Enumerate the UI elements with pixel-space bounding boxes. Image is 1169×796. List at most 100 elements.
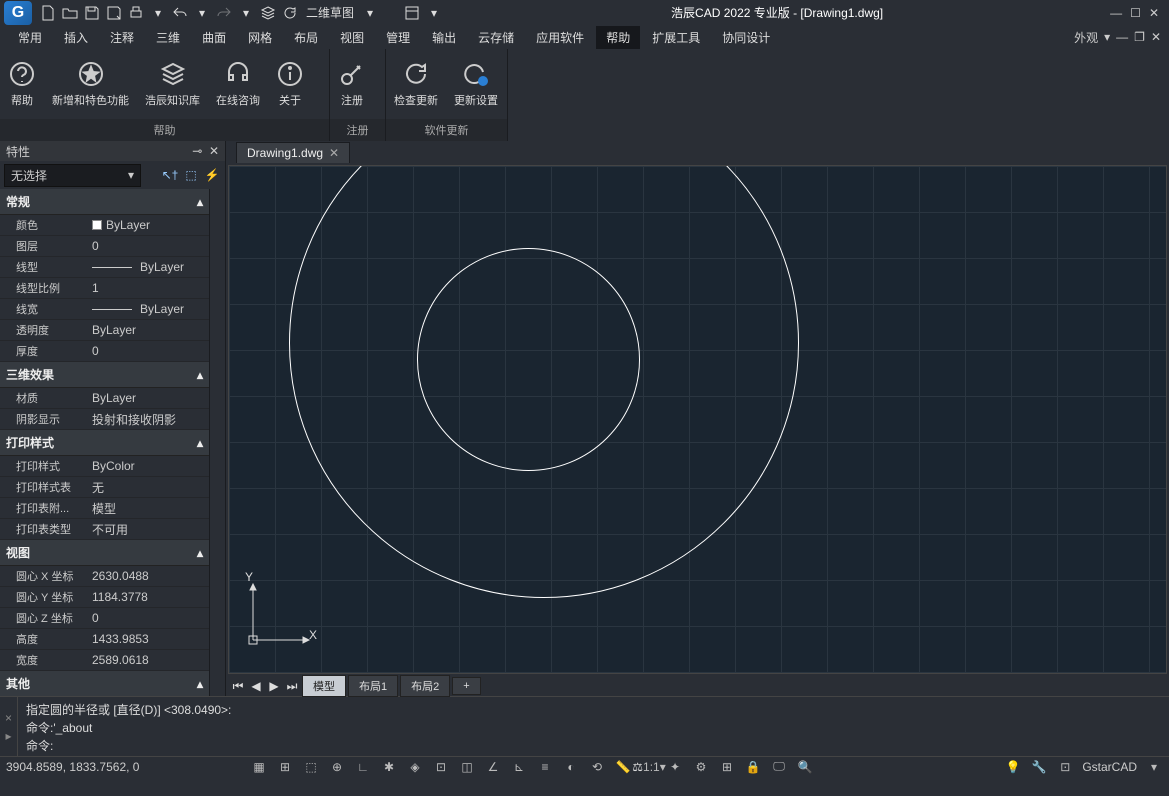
menu-mesh[interactable]: 网格 [238, 26, 282, 49]
menu-help[interactable]: 帮助 [596, 26, 640, 49]
prop-row[interactable]: 打印样式ByColor [0, 456, 209, 477]
prop-row[interactable]: 线宽ByLayer [0, 299, 209, 320]
prop-section[interactable]: 视图▴ [0, 540, 209, 566]
new-icon[interactable] [38, 3, 58, 23]
chevron-down-icon[interactable]: ▾ [192, 3, 212, 23]
lock-icon[interactable]: 🔒 [744, 758, 762, 776]
tab-first-icon[interactable]: ⏮ [230, 678, 246, 694]
dyn-icon[interactable]: ⊕ [328, 758, 346, 776]
prop-row[interactable]: 打印表附...模型 [0, 498, 209, 519]
help-button[interactable]: 帮助 [0, 49, 44, 119]
prop-value[interactable]: 模型 [92, 500, 209, 517]
chevron-down-icon[interactable]: ▾ [236, 3, 256, 23]
magnify-icon[interactable]: 🔍 [796, 758, 814, 776]
mdi-close-icon[interactable]: ✕ [1151, 30, 1161, 44]
prop-value[interactable]: 无 [92, 479, 209, 496]
maximize-icon[interactable]: ☐ [1130, 6, 1141, 20]
menu-surface[interactable]: 曲面 [192, 26, 236, 49]
menu-output[interactable]: 输出 [422, 26, 466, 49]
annoauto-icon[interactable]: ⚙ [692, 758, 710, 776]
prop-row[interactable]: 阴影显示投射和接收阴影 [0, 409, 209, 430]
prop-value[interactable]: 1 [92, 281, 209, 295]
register-button[interactable]: 注册 [330, 49, 374, 119]
appearance-menu[interactable]: 外观 [1074, 29, 1098, 46]
prop-value[interactable]: ByColor [92, 459, 209, 473]
filter-icon[interactable]: ⚡ [203, 166, 221, 184]
clean-icon[interactable]: ⊡ [1056, 758, 1074, 776]
tab-next-icon[interactable]: ▶ [266, 678, 282, 694]
menu-ext[interactable]: 扩展工具 [642, 26, 710, 49]
prop-value[interactable]: ByLayer [92, 391, 209, 405]
cmd-handle[interactable]: ×▸ [0, 697, 18, 756]
redo-icon[interactable] [214, 3, 234, 23]
iso-icon[interactable]: ◈ [406, 758, 424, 776]
prop-section[interactable]: 三维效果▴ [0, 362, 209, 388]
chevron-down-icon[interactable]: ▾ [424, 3, 444, 23]
tab-model[interactable]: 模型 [302, 675, 346, 697]
annovis-icon[interactable]: ✦ [666, 758, 684, 776]
tab-layout1[interactable]: 布局1 [348, 675, 398, 697]
tab-add[interactable]: + [452, 677, 480, 695]
prop-value[interactable]: 0 [92, 239, 209, 253]
about-button[interactable]: 关于 [268, 49, 312, 119]
prop-row[interactable]: 厚度0 [0, 341, 209, 362]
lwt-icon[interactable]: ≡ [536, 758, 554, 776]
checkupdate-button[interactable]: 检查更新 [386, 49, 446, 119]
menu-3d[interactable]: 三维 [146, 26, 190, 49]
minimize-icon[interactable]: — [1110, 6, 1122, 20]
refresh-icon[interactable] [280, 3, 300, 23]
scrollbar[interactable] [209, 189, 225, 696]
monitor-icon[interactable]: 🖵 [770, 758, 788, 776]
chat-button[interactable]: 在线咨询 [208, 49, 268, 119]
prop-value[interactable]: 2589.0618 [92, 653, 209, 667]
grid-icon[interactable]: ▦ [250, 758, 268, 776]
panel-close-icon[interactable]: ✕ [209, 144, 219, 158]
save-icon[interactable] [82, 3, 102, 23]
prop-value[interactable]: 0 [92, 611, 209, 625]
undo-icon[interactable] [170, 3, 190, 23]
polar-icon[interactable]: ✱ [380, 758, 398, 776]
isolate-icon[interactable]: 💡 [1004, 758, 1022, 776]
workspace-selector[interactable]: 二维草图 [302, 2, 358, 23]
scale-icon[interactable]: 📏 [614, 758, 632, 776]
prop-section[interactable]: 打印样式▴ [0, 430, 209, 456]
prop-row[interactable]: 打印表类型不可用 [0, 519, 209, 540]
pin-icon[interactable]: ⊸ [192, 144, 202, 158]
transparency-icon[interactable]: ◐ [562, 758, 580, 776]
quickselect-icon[interactable]: ⬚ [182, 166, 200, 184]
layout-icon[interactable] [402, 3, 422, 23]
mdi-restore-icon[interactable]: ❐ [1134, 30, 1145, 44]
prop-value[interactable]: 1184.3778 [92, 590, 209, 604]
prop-row[interactable]: 图层0 [0, 236, 209, 257]
chevron-down-icon[interactable]: ▾ [148, 3, 168, 23]
prop-row[interactable]: 线型比例1 [0, 278, 209, 299]
prop-row[interactable]: 材质ByLayer [0, 388, 209, 409]
tab-last-icon[interactable]: ⏭ [284, 678, 300, 694]
chevron-down-icon[interactable]: ▾ [1104, 30, 1110, 44]
prop-row[interactable]: 颜色ByLayer [0, 215, 209, 236]
prop-value[interactable]: 不可用 [92, 521, 209, 538]
infer-icon[interactable]: ⬚ [302, 758, 320, 776]
prop-value[interactable]: ByLayer [92, 302, 209, 316]
3dosnap-icon[interactable]: ◫ [458, 758, 476, 776]
prop-row[interactable]: 线型ByLayer [0, 257, 209, 278]
snap-icon[interactable]: ⊞ [276, 758, 294, 776]
workspace-icon[interactable]: ⊞ [718, 758, 736, 776]
menu-view[interactable]: 视图 [330, 26, 374, 49]
prop-value[interactable]: 投射和接收阴影 [92, 411, 209, 428]
prop-value[interactable]: ByLayer [92, 260, 209, 274]
tab-prev-icon[interactable]: ◀ [248, 678, 264, 694]
ortho-icon[interactable]: ∟ [354, 758, 372, 776]
annoscale-icon[interactable]: ⚖ 1:1 ▾ [640, 758, 658, 776]
prop-row[interactable]: 打印样式表无 [0, 477, 209, 498]
prop-row[interactable]: 高度1433.9853 [0, 629, 209, 650]
coordinates[interactable]: 3904.8589, 1833.7562, 0 [6, 760, 246, 774]
print-icon[interactable] [126, 3, 146, 23]
menu-annotate[interactable]: 注释 [100, 26, 144, 49]
menu-collab[interactable]: 协同设计 [712, 26, 780, 49]
prop-row[interactable]: 宽度2589.0618 [0, 650, 209, 671]
prop-value[interactable]: 2630.0488 [92, 569, 209, 583]
saveas-icon[interactable] [104, 3, 124, 23]
open-icon[interactable] [60, 3, 80, 23]
menu-manage[interactable]: 管理 [376, 26, 420, 49]
